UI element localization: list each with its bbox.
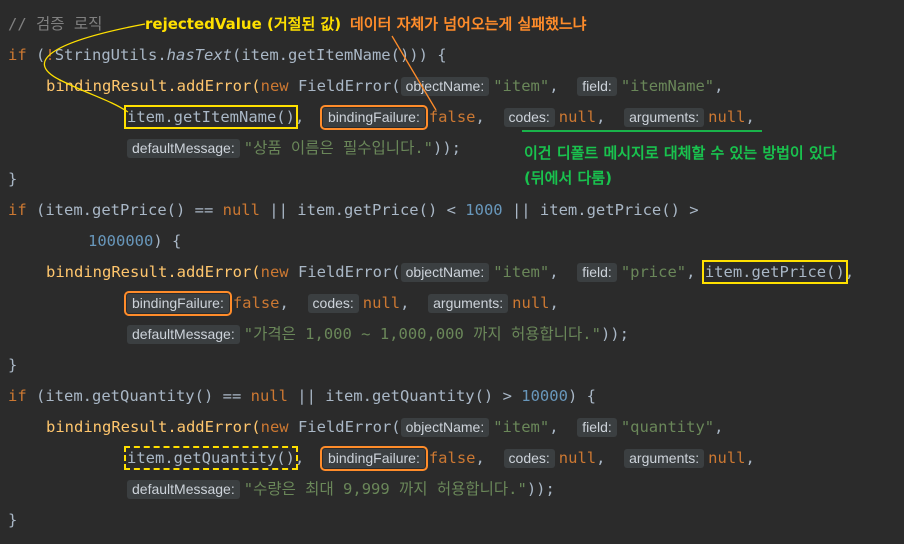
arrow-rejected-value xyxy=(43,23,146,113)
arrow-binding-failure xyxy=(391,35,437,111)
annotation-arrows xyxy=(43,23,437,113)
